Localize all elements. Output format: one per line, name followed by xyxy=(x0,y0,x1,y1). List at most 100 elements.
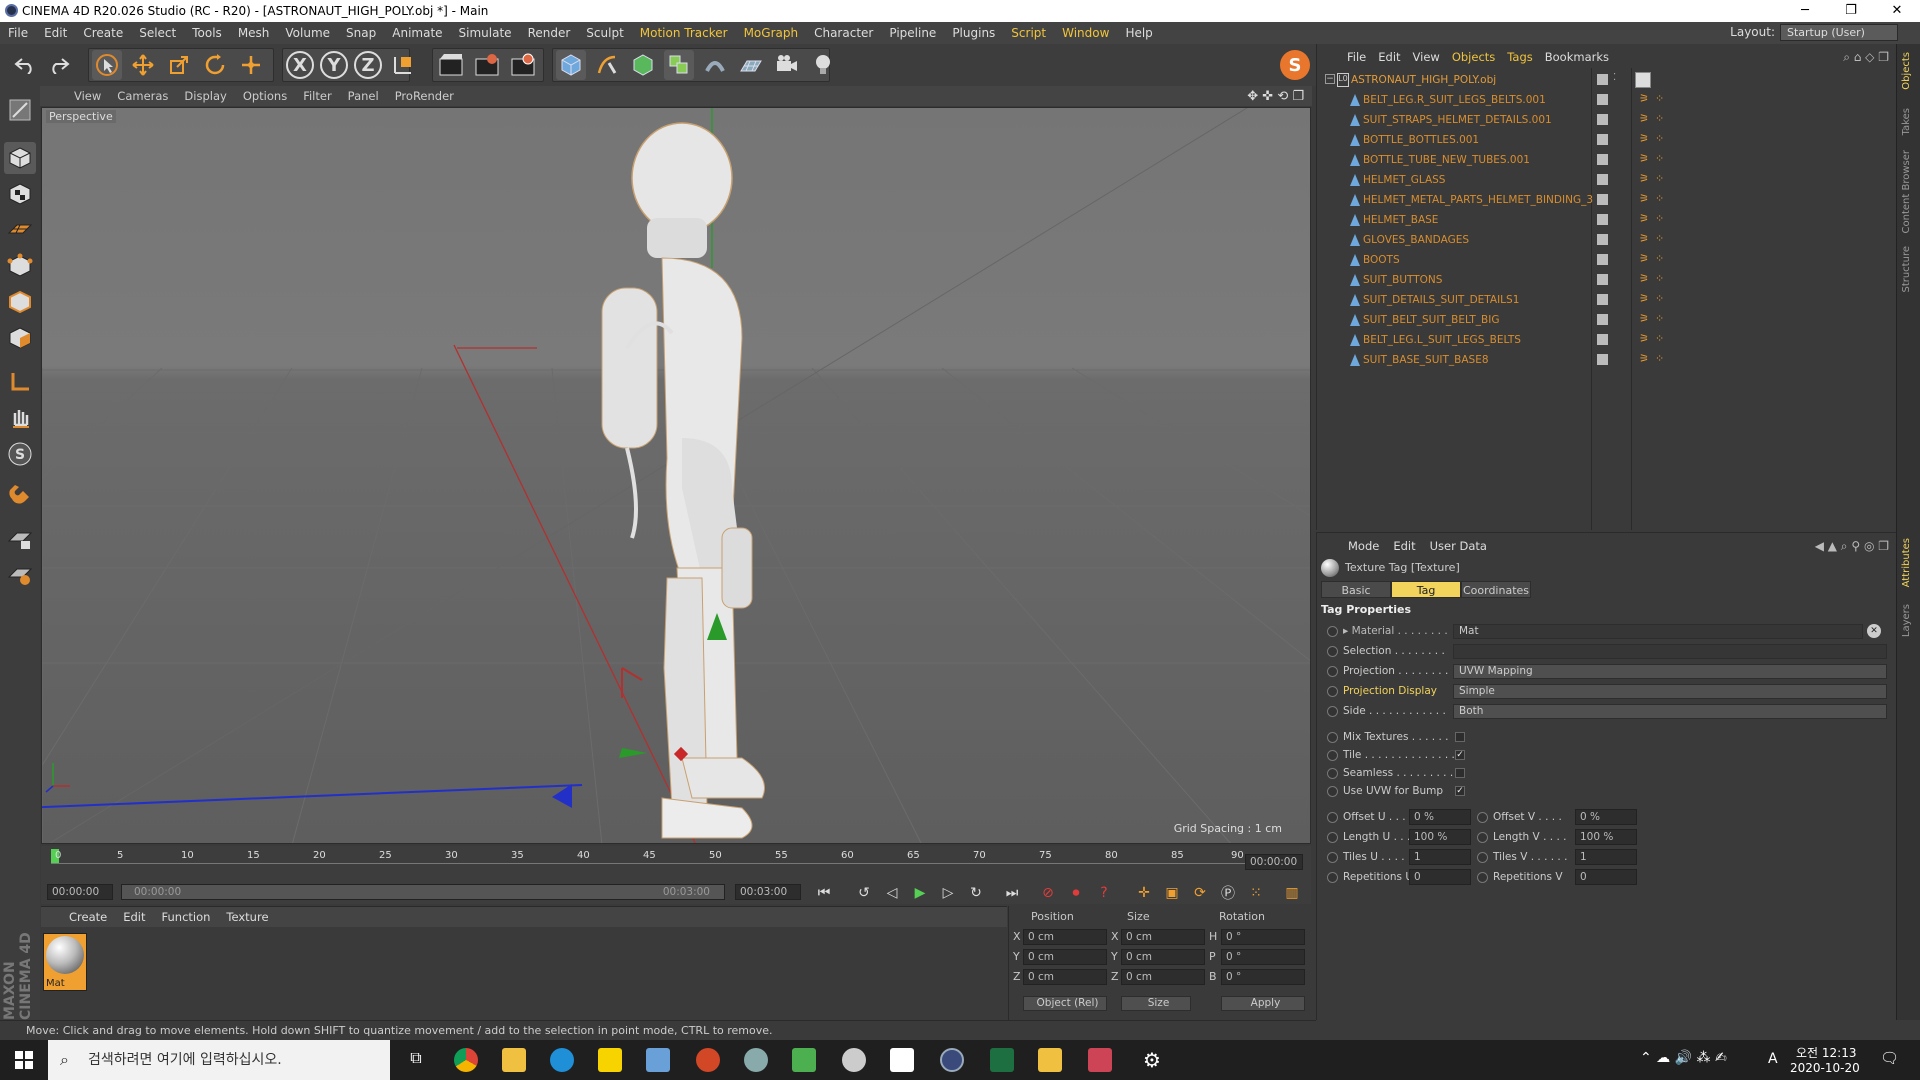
go-to-start-icon[interactable]: ⏮ xyxy=(813,882,835,904)
store-icon[interactable] xyxy=(890,1048,914,1072)
viewport-menu-filter[interactable]: Filter xyxy=(295,89,339,103)
viewport-menu-cameras[interactable]: Cameras xyxy=(109,89,176,103)
object-name-root[interactable]: ASTRONAUT_HIGH_POLY.obj xyxy=(1351,74,1496,86)
object-row[interactable]: BOOTS ⚞ ⁘ xyxy=(1317,250,1897,270)
viewport-nav-icons[interactable]: ✥ ✜ ⟲ ❐ xyxy=(1247,89,1304,104)
anim-dot-icon[interactable] xyxy=(1477,811,1488,823)
render-picture-viewer-icon[interactable] xyxy=(472,50,502,80)
anim-dot-icon[interactable] xyxy=(1327,749,1338,761)
kakaotalk-icon[interactable] xyxy=(598,1048,622,1072)
object-name[interactable]: SUIT_BASE_SUIT_BASE8 xyxy=(1363,354,1489,366)
scale-tool-icon[interactable] xyxy=(164,50,194,80)
rot-b-field[interactable]: 0 ° xyxy=(1221,969,1305,985)
object-row[interactable]: SUIT_BELT_SUIT_BELT_BIG ⚞ ⁘ xyxy=(1317,310,1897,330)
tab-basic[interactable]: Basic xyxy=(1321,581,1391,598)
next-frame-icon[interactable]: ▷ xyxy=(937,882,959,904)
anim-dot-icon[interactable] xyxy=(1477,871,1488,883)
anim-dot-icon[interactable] xyxy=(1327,785,1338,797)
transform-tool-icon[interactable] xyxy=(236,50,266,80)
range-slider[interactable]: 00:00:00 00:03:00 xyxy=(121,884,725,900)
length-v-field[interactable]: 100 % xyxy=(1575,829,1637,845)
menu-sculpt[interactable]: Sculpt xyxy=(578,26,631,40)
object-row[interactable]: BOTTLE_BOTTLES.001 ⚞ ⁘ xyxy=(1317,130,1897,150)
edit-visibility-icon[interactable] xyxy=(1597,94,1608,105)
menu-help[interactable]: Help xyxy=(1117,26,1160,40)
tab-content-browser-vertical[interactable]: Content Browser xyxy=(1901,150,1912,233)
coordinate-system-icon[interactable] xyxy=(388,50,418,80)
phong-tag-icon[interactable]: ⚞ xyxy=(1639,212,1649,225)
edit-visibility-icon[interactable] xyxy=(1597,294,1608,305)
notification-icon[interactable]: 🗨 xyxy=(1880,1049,1899,1067)
anim-dot-icon[interactable] xyxy=(1327,665,1338,677)
red-axis-handle[interactable] xyxy=(621,667,643,698)
phong-tag-icon[interactable]: ⚞ xyxy=(1639,232,1649,245)
material-tag-icon[interactable]: ⁘ xyxy=(1655,132,1664,145)
menu-motion-tracker[interactable]: Motion Tracker xyxy=(632,26,736,40)
pos-y-field[interactable]: 0 cm xyxy=(1023,949,1107,965)
edit-visibility-icon[interactable] xyxy=(1597,214,1608,225)
object-name[interactable]: HELMET_BASE xyxy=(1363,214,1438,226)
edit-visibility-icon[interactable] xyxy=(1597,274,1608,285)
object-name[interactable]: SUIT_STRAPS_HELMET_DETAILS.001 xyxy=(1363,114,1552,126)
anim-dot-icon[interactable] xyxy=(1327,645,1338,657)
phong-tag-icon[interactable]: ⚞ xyxy=(1639,332,1649,345)
material-link-field[interactable]: Mat xyxy=(1453,623,1863,639)
material-tag-icon[interactable]: ⁘ xyxy=(1655,352,1664,365)
anim-dot-icon[interactable] xyxy=(1327,871,1338,883)
green-plane-handle[interactable] xyxy=(619,748,647,758)
use-uvw-checkbox[interactable]: ✓ xyxy=(1455,786,1465,796)
edit-visibility-icon[interactable] xyxy=(1597,174,1608,185)
objmgr-menu-objects[interactable]: Objects xyxy=(1446,50,1501,64)
render-visibility-icon[interactable]: ⁚ xyxy=(1613,72,1616,83)
objmgr-search-icon[interactable]: ⌕ ⌂ ◇ ❐ xyxy=(1843,50,1889,65)
model-mode-icon[interactable] xyxy=(4,142,36,174)
viewport-perspective[interactable]: Perspective Grid Spacing : 1 cm xyxy=(41,107,1311,844)
layout-select[interactable]: Startup (User) xyxy=(1780,24,1898,41)
viewport-menu-panel[interactable]: Panel xyxy=(340,89,387,103)
make-editable-icon[interactable] xyxy=(4,94,36,126)
edit-visibility-icon[interactable] xyxy=(1597,114,1608,125)
edit-visibility-icon[interactable] xyxy=(1597,314,1608,325)
edit-visibility-icon[interactable] xyxy=(1597,334,1608,345)
material-tag-icon[interactable]: ⁘ xyxy=(1655,172,1664,185)
tab-tag[interactable]: Tag xyxy=(1391,581,1461,598)
menu-script[interactable]: Script xyxy=(1003,26,1054,40)
object-row[interactable]: SUIT_DETAILS_SUIT_DETAILS1 ⚞ ⁘ xyxy=(1317,290,1897,310)
material-tag-icon[interactable]: ⁘ xyxy=(1655,292,1664,305)
taskbar-search-input[interactable]: 검색하려면 여기에 입력하십시오. xyxy=(48,1040,390,1080)
viewport-menu-prorender[interactable]: ProRender xyxy=(387,89,462,103)
points-mode-icon[interactable] xyxy=(4,250,36,282)
texture-mode-icon[interactable] xyxy=(4,178,36,210)
end-time-field[interactable]: 00:03:00 xyxy=(735,884,801,900)
object-name[interactable]: HELMET_GLASS xyxy=(1363,174,1445,186)
undo-icon[interactable] xyxy=(10,50,40,80)
edit-visibility-icon[interactable] xyxy=(1597,194,1608,205)
object-name[interactable]: BOTTLE_TUBE_NEW_TUBES.001 xyxy=(1363,154,1530,166)
keyframe-selection-icon[interactable]: ? xyxy=(1093,882,1115,904)
axis-mode-icon[interactable] xyxy=(4,366,36,398)
material-tag-icon[interactable]: ⁘ xyxy=(1655,92,1664,105)
system-tray-icons[interactable]: ⌃ ☁ 🔊 ⁂ ✍ xyxy=(1640,1050,1727,1066)
chrome-icon[interactable] xyxy=(454,1048,478,1072)
material-tag-icon[interactable]: ⁘ xyxy=(1655,232,1664,245)
cinema4d-taskbar-icon[interactable] xyxy=(940,1048,964,1072)
key-parameter-icon[interactable]: Ⓟ xyxy=(1217,882,1239,904)
start-time-field[interactable]: 00:00:00 xyxy=(47,884,113,900)
material-tag-icon[interactable]: ⁘ xyxy=(1655,252,1664,265)
task-view-icon[interactable]: ⧉ xyxy=(404,1048,428,1072)
go-to-end-icon[interactable]: ⏭ xyxy=(1001,882,1023,904)
object-name[interactable]: BOOTS xyxy=(1363,254,1400,266)
object-row[interactable]: HELMET_GLASS ⚞ ⁘ xyxy=(1317,170,1897,190)
offset-u-field[interactable]: 0 % xyxy=(1409,809,1471,825)
menu-edit[interactable]: Edit xyxy=(36,26,75,40)
object-name[interactable]: HELMET_METAL_PARTS_HELMET_BINDING_3 xyxy=(1363,194,1593,206)
object-name[interactable]: BELT_LEG.R_SUIT_LEGS_BELTS.001 xyxy=(1363,94,1546,106)
material-tag-icon[interactable]: ⁘ xyxy=(1655,192,1664,205)
play-icon[interactable]: ▶ xyxy=(909,882,931,904)
anim-dot-icon[interactable] xyxy=(1327,811,1338,823)
menu-pipeline[interactable]: Pipeline xyxy=(881,26,944,40)
current-frame-field[interactable]: 00:00:00 xyxy=(1245,854,1303,870)
key-pla-icon[interactable]: ⁙ xyxy=(1245,882,1267,904)
camera-icon[interactable] xyxy=(772,50,802,80)
menu-animate[interactable]: Animate xyxy=(384,26,450,40)
